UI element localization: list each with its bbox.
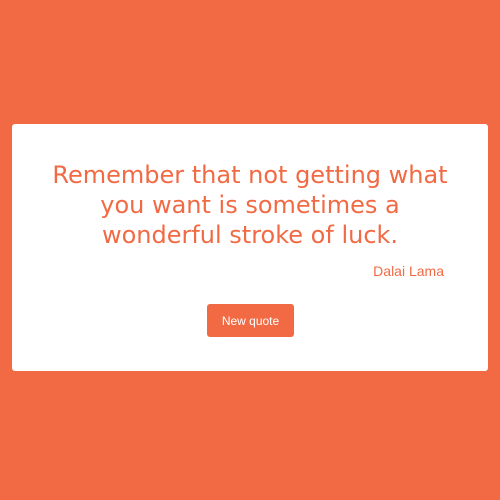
new-quote-button[interactable]: New quote [207,304,294,337]
quote-box: Remember that not getting what you want … [12,124,488,371]
quote-author: Dalai Lama [373,263,444,279]
quote-text: Remember that not getting what you want … [52,161,448,249]
